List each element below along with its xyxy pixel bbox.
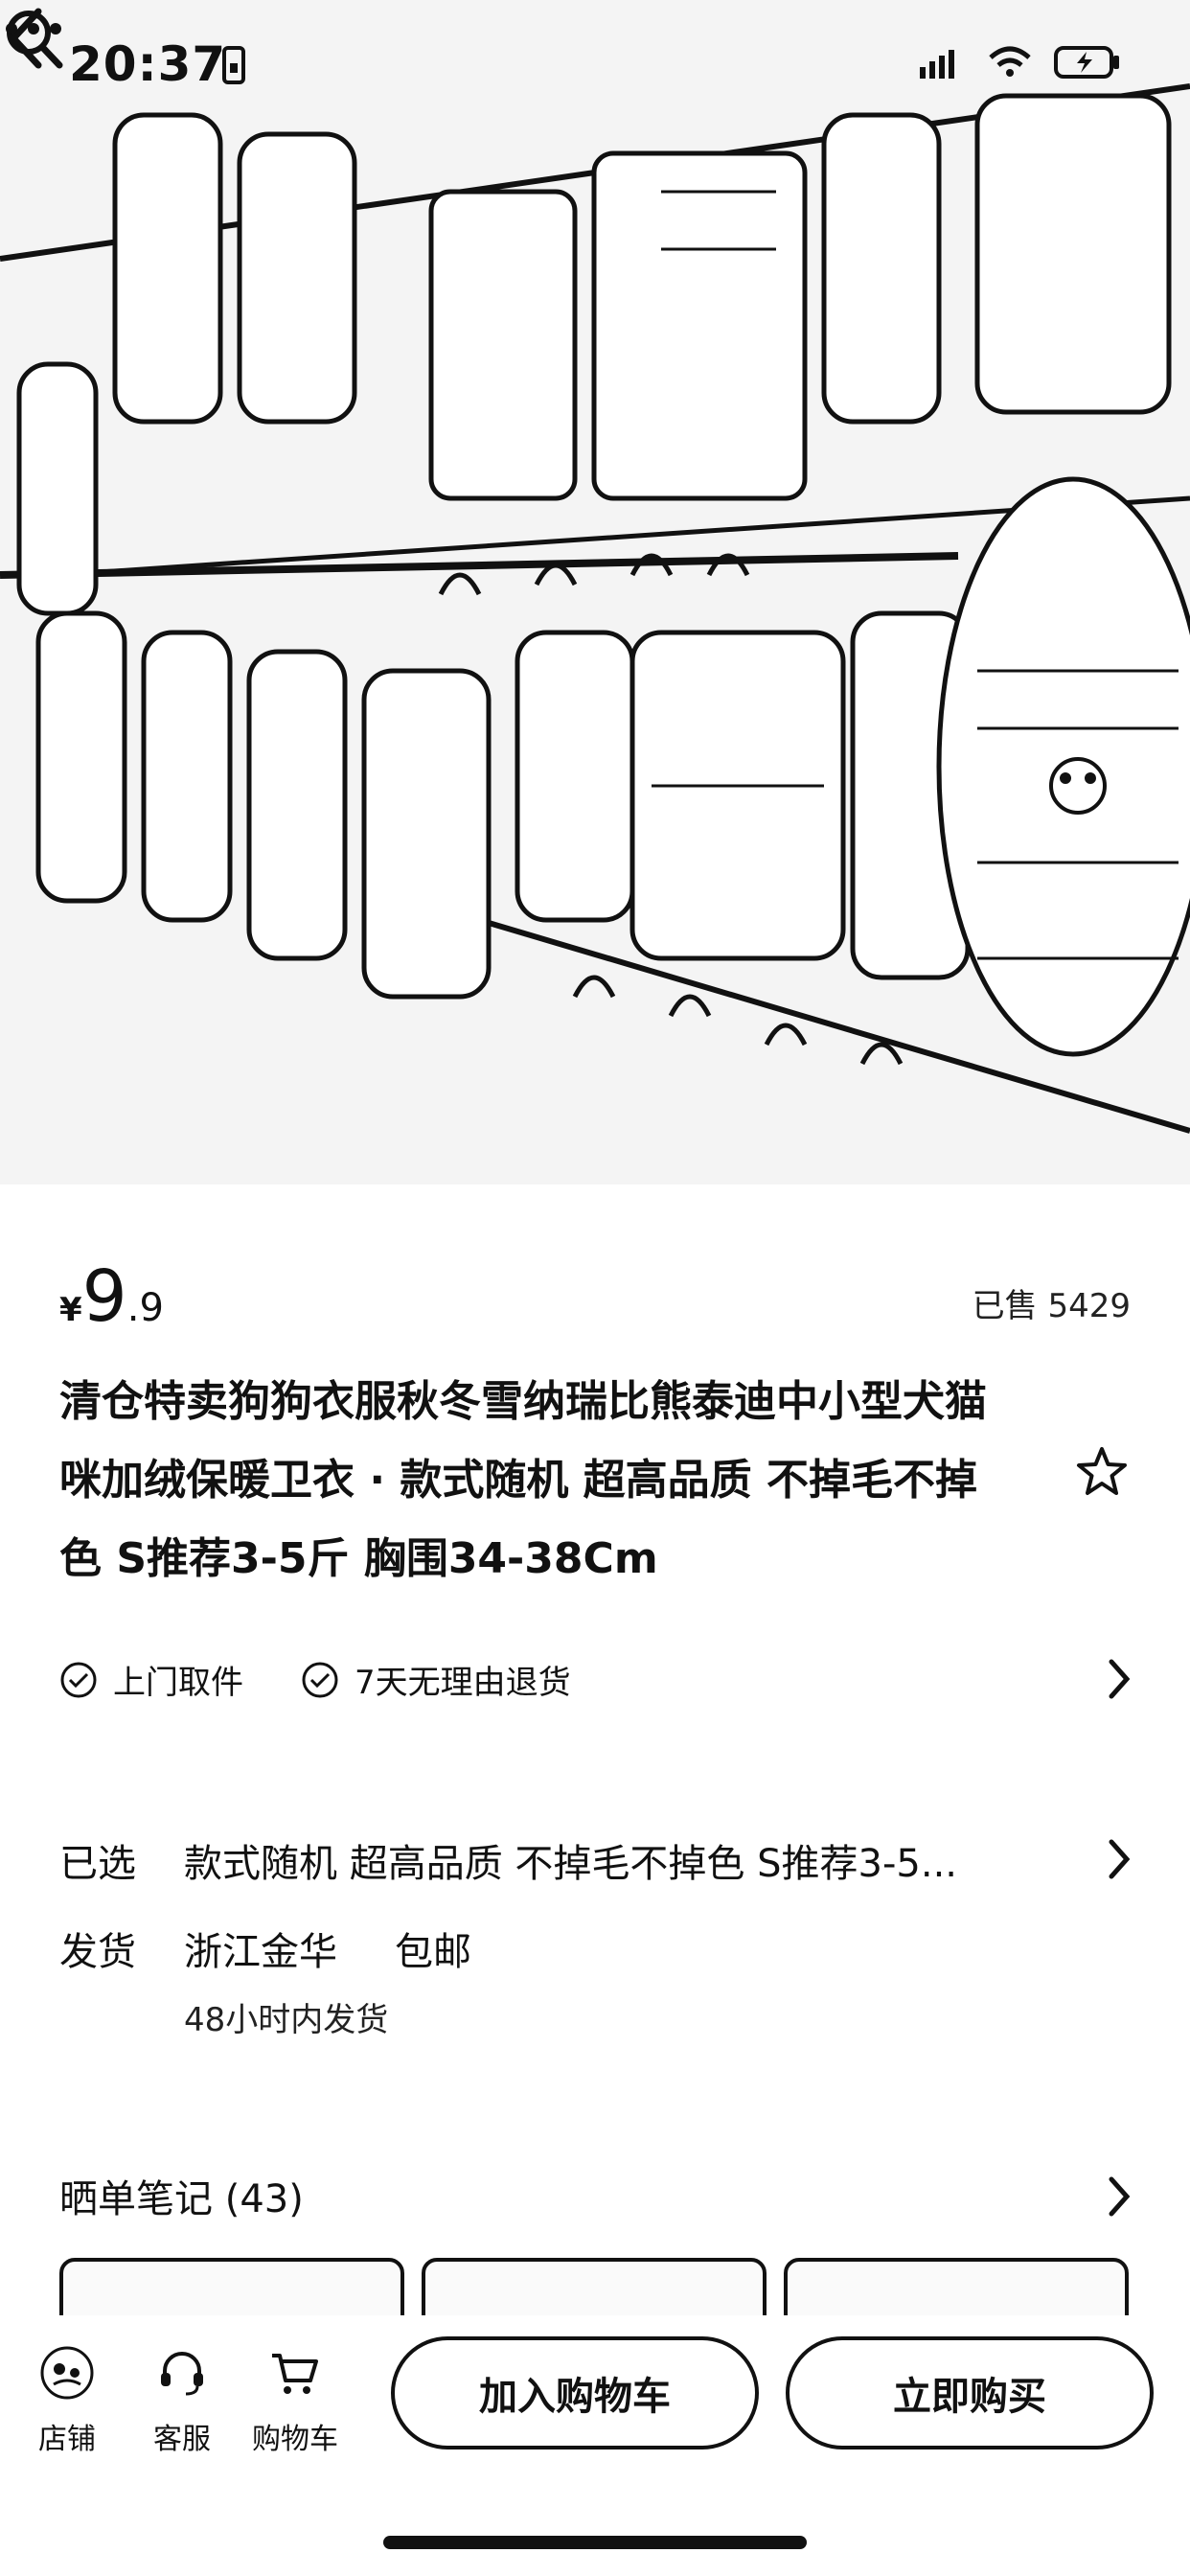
signal-icon (920, 50, 954, 79)
service-guarantees[interactable]: 上门取件 7天无理由退货 (59, 1650, 1133, 1708)
chevron-right-icon[interactable] (1106, 2175, 1133, 2218)
chevron-right-icon[interactable] (1106, 1838, 1133, 1880)
shipping-label: 发货 (59, 1930, 136, 1974)
check-circle-icon (302, 1662, 338, 1697)
note-thumbnail[interactable] (784, 2258, 1129, 2315)
cart-button[interactable]: 购物车 (247, 2344, 343, 2457)
service-label: 上门取件 (113, 1664, 243, 1702)
price: ¥9.9 (59, 1255, 164, 1338)
shipping-time: 48小时内发货 (184, 2001, 389, 2039)
service-return: 7天无理由退货 (301, 1656, 571, 1703)
shipping-origin: 浙江金华 (184, 1930, 337, 1974)
status-time: 20:37 (69, 36, 227, 92)
notes-title[interactable]: 晒单笔记 (43) (59, 2168, 304, 2223)
price-decimal: .9 (126, 1286, 164, 1330)
cart-icon (272, 2354, 318, 2394)
product-title: 清仓特卖狗狗衣服秋冬雪纳瑞比熊泰迪中小型犬猫咪加绒保暖卫衣 · 款式随机 超高品… (59, 1377, 987, 1583)
wifi-icon (989, 46, 1031, 77)
sold-count: 已售 5429 (972, 1287, 1131, 1325)
customer-service-button[interactable]: 客服 (134, 2344, 230, 2457)
shop-avatar-icon (40, 2346, 94, 2400)
more-icon[interactable] (0, 0, 67, 58)
chevron-right-icon[interactable] (1106, 1658, 1133, 1700)
product-image[interactable]: 20:37 (0, 0, 1190, 1184)
shop-button[interactable]: 店铺 (19, 2344, 115, 2457)
status-bar: 20:37 (0, 0, 1190, 125)
check-circle-icon (60, 1662, 97, 1697)
service-pickup: 上门取件 (59, 1656, 243, 1703)
screen-lock-icon (222, 46, 245, 84)
service-label: 7天无理由退货 (355, 1664, 571, 1702)
shop-label: 店铺 (38, 2423, 96, 2456)
add-to-cart-button[interactable]: 加入购物车 (391, 2336, 759, 2450)
headset-icon (161, 2352, 203, 2396)
bottom-action-bar: 店铺 客服 购物车 加入购物车 立即购买 (0, 2315, 1190, 2488)
product-photo-art (0, 0, 1190, 1184)
customer-service-label: 客服 (153, 2423, 211, 2456)
home-indicator (383, 2536, 807, 2549)
selected-label: 已选 (59, 1842, 136, 1886)
notes-thumbnails (59, 2258, 1133, 2315)
note-thumbnail[interactable] (422, 2258, 767, 2315)
buy-now-button[interactable]: 立即购买 (786, 2336, 1154, 2450)
cart-label: 购物车 (252, 2423, 338, 2456)
add-to-cart-label: 加入购物车 (479, 2375, 671, 2419)
battery-charging-icon (1054, 46, 1119, 79)
note-thumbnail[interactable] (59, 2258, 404, 2315)
buy-now-label: 立即购买 (893, 2375, 1046, 2419)
price-currency: ¥ (59, 1291, 82, 1329)
shipping-fee: 包邮 (395, 1930, 471, 1974)
star-favorite-icon[interactable] (1075, 1445, 1129, 1499)
selected-variant[interactable]: 款式随机 超高品质 不掉毛不掉色 S推荐3-5... (184, 1832, 957, 1888)
price-integer: 9 (81, 1255, 127, 1338)
